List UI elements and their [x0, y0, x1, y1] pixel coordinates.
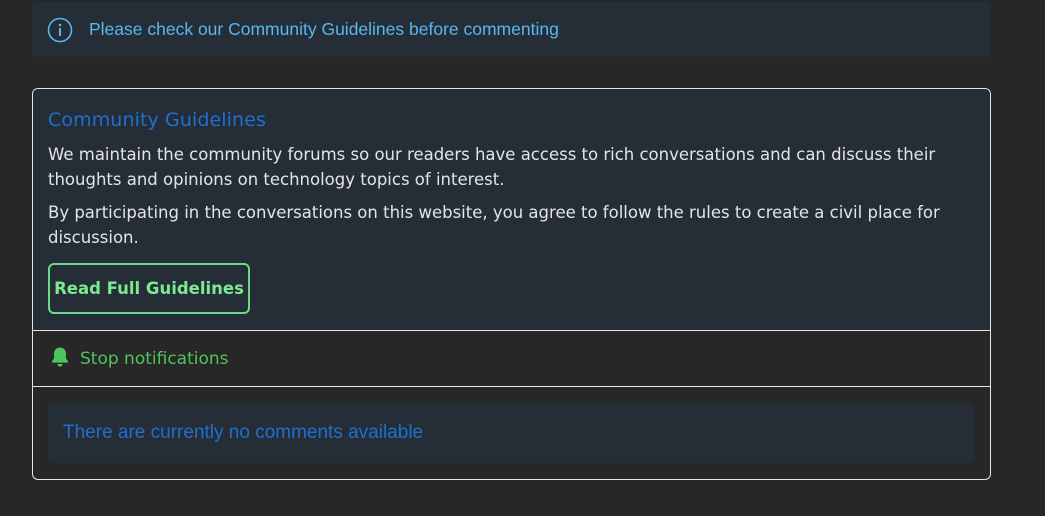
guidelines-section: Community Guidelines We maintain the com…	[33, 89, 990, 331]
guidelines-notice: Please check our Community Guidelines be…	[32, 2, 991, 57]
notice-text: Please check our Community Guidelines be…	[89, 19, 559, 39]
guidelines-paragraph-1: We maintain the community forums so our …	[48, 145, 936, 189]
comments-area: There are currently no comments availabl…	[33, 387, 990, 463]
comments-card: Community Guidelines We maintain the com…	[32, 88, 991, 480]
stop-notifications-button[interactable]: Stop notifications	[33, 331, 990, 387]
stop-notifications-label: Stop notifications	[80, 348, 229, 369]
empty-comments-text: There are currently no comments availabl…	[63, 422, 424, 443]
info-circle-icon	[47, 17, 73, 43]
read-full-guidelines-button[interactable]: Read Full Guidelines	[48, 263, 250, 314]
empty-comments-box: There are currently no comments availabl…	[48, 403, 975, 463]
guidelines-title: Community Guidelines	[48, 109, 266, 131]
bell-icon	[50, 346, 70, 372]
guidelines-paragraph-2: By participating in the conversations on…	[48, 203, 940, 247]
